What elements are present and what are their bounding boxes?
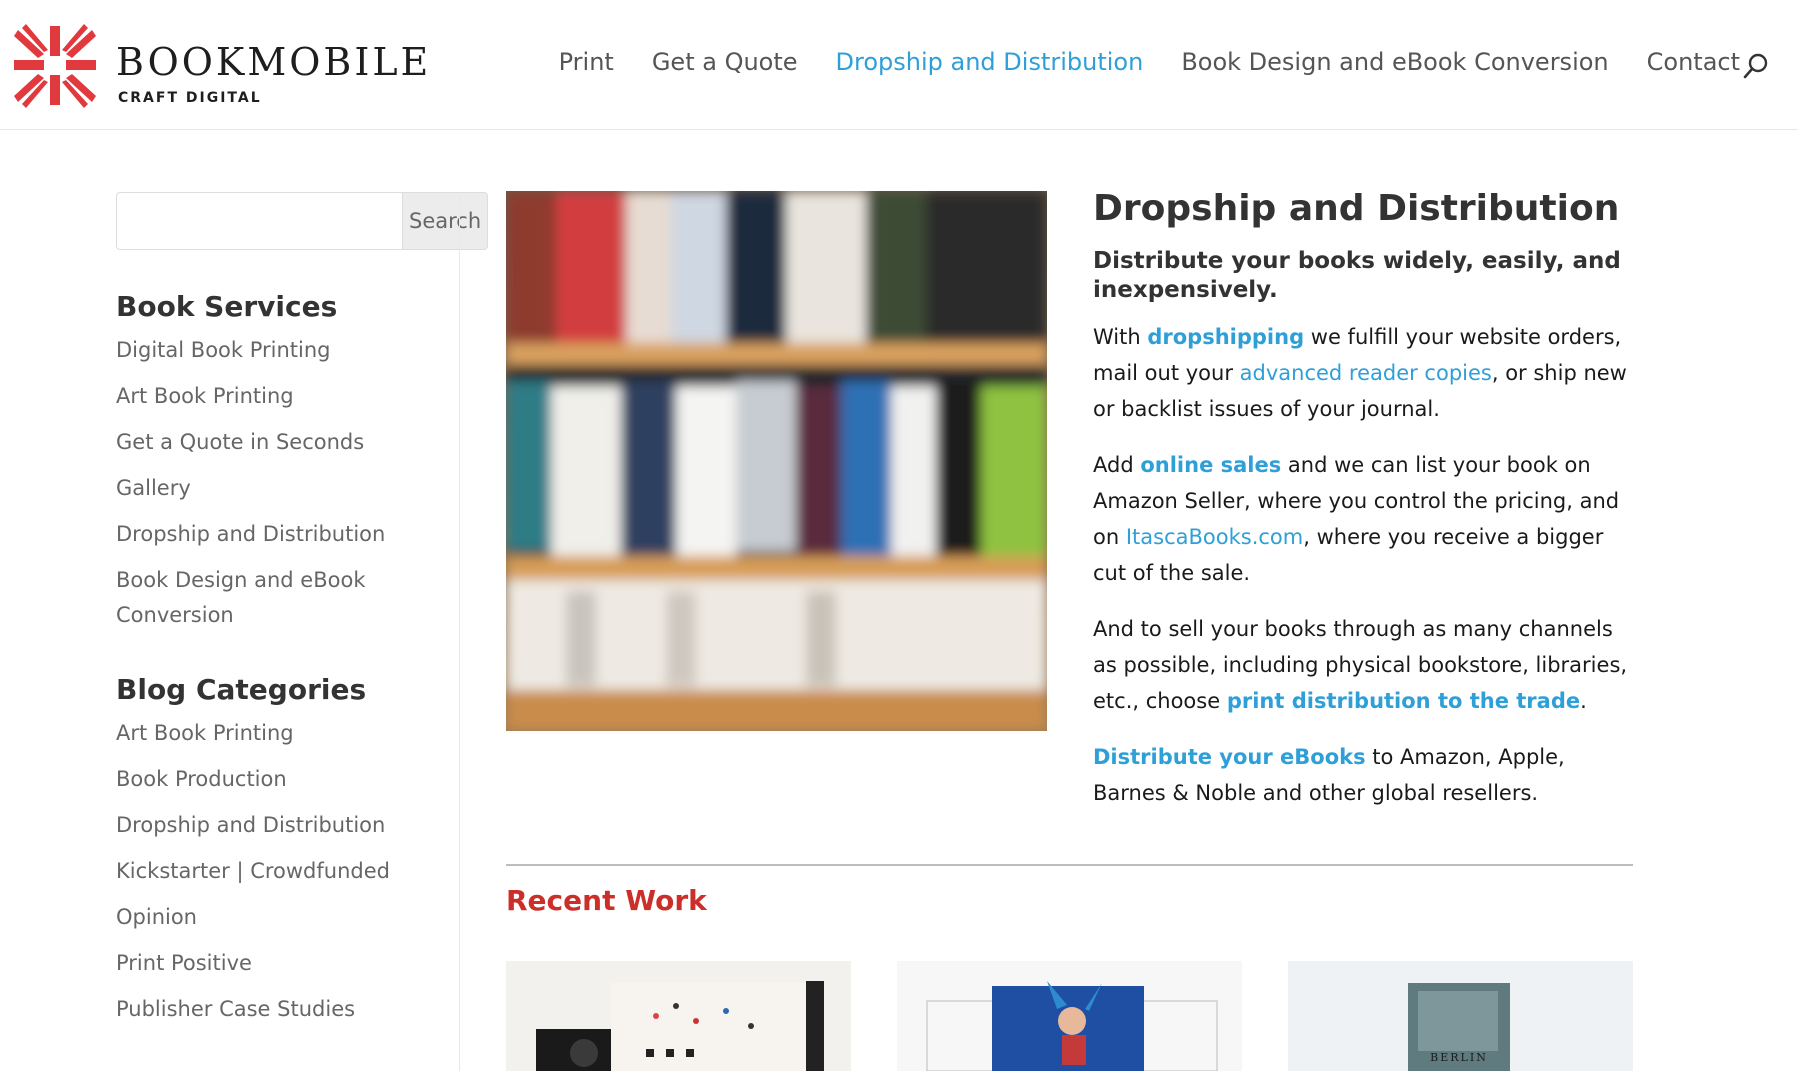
sidebar-item-book-design[interactable]: Book Design and eBook Conversion	[116, 563, 452, 633]
brand-name: BOOKMOBILE	[116, 40, 432, 84]
category-opinion[interactable]: Opinion	[116, 900, 452, 935]
recent-work-thumbnail[interactable]: BERLIN	[1288, 961, 1633, 1071]
nav-book-design[interactable]: Book Design and eBook Conversion	[1181, 48, 1608, 76]
online-sales-link[interactable]: online sales	[1140, 453, 1281, 477]
category-art-book-printing[interactable]: Art Book Printing	[116, 716, 452, 751]
nav-get-a-quote[interactable]: Get a Quote	[652, 48, 798, 76]
paragraph-dropshipping: With dropshipping we fulfill your websit…	[1093, 319, 1638, 427]
bookmobile-logo-icon	[14, 24, 96, 108]
page-subtitle: Distribute your books widely, easily, an…	[1093, 248, 1621, 303]
main-nav: Print Get a Quote Dropship and Distribut…	[559, 48, 1740, 76]
sidebar-search-input[interactable]	[116, 192, 402, 250]
nav-print[interactable]: Print	[559, 48, 614, 76]
category-publisher-case-studies[interactable]: Publisher Case Studies	[116, 992, 452, 1027]
blog-categories-list: Art Book Printing Book Production Dropsh…	[116, 716, 452, 1027]
sidebar-item-get-a-quote[interactable]: Get a Quote in Seconds	[116, 425, 452, 460]
sidebar-item-art-book-printing[interactable]: Art Book Printing	[116, 379, 452, 414]
recent-work-thumbnail[interactable]	[897, 961, 1242, 1071]
sidebar-search: Search	[116, 192, 489, 250]
sidebar-search-button[interactable]: Search	[402, 192, 489, 250]
text: Add	[1093, 453, 1141, 477]
advanced-reader-copies-link[interactable]: advanced reader copies	[1240, 361, 1492, 385]
book-services-heading: Book Services	[116, 290, 338, 323]
berlin-cover-text: BERLIN	[1430, 1051, 1488, 1064]
sidebar-divider	[459, 192, 460, 1071]
nav-contact[interactable]: Contact	[1647, 48, 1740, 76]
distribute-ebooks-link[interactable]: Distribute your eBooks	[1093, 745, 1366, 769]
sidebar-item-dropship[interactable]: Dropship and Distribution	[116, 517, 452, 552]
paragraph-ebooks: Distribute your eBooks to Amazon, Apple,…	[1093, 739, 1638, 811]
print-distribution-link[interactable]: print distribution to the trade	[1227, 689, 1580, 713]
main-content: Dropship and Distribution Distribute you…	[1093, 188, 1638, 831]
nav-dropship-and-distribution[interactable]: Dropship and Distribution	[836, 48, 1144, 76]
category-print-positive[interactable]: Print Positive	[116, 946, 452, 981]
blog-categories-heading: Blog Categories	[116, 673, 367, 706]
book-services-list: Digital Book Printing Art Book Printing …	[116, 333, 452, 633]
dropshipping-link[interactable]: dropshipping	[1147, 325, 1304, 349]
section-divider	[506, 864, 1633, 866]
recent-work-heading: Recent Work	[506, 884, 707, 917]
text: With	[1093, 325, 1148, 349]
page-title: Dropship and Distribution	[1093, 188, 1620, 229]
category-kickstarter[interactable]: Kickstarter | Crowdfunded	[116, 854, 452, 889]
site-logo[interactable]: BOOKMOBILE CRAFT DIGITAL	[4, 18, 444, 113]
paragraph-trade-distribution: And to sell your books through as many c…	[1093, 611, 1638, 719]
text: .	[1580, 689, 1587, 713]
sidebar-item-gallery[interactable]: Gallery	[116, 471, 452, 506]
site-header: BOOKMOBILE CRAFT DIGITAL Print Get a Quo…	[0, 0, 1798, 130]
category-dropship[interactable]: Dropship and Distribution	[116, 808, 452, 843]
paragraph-online-sales: Add online sales and we can list your bo…	[1093, 447, 1638, 591]
search-icon[interactable]	[1742, 52, 1770, 80]
recent-work-thumbnail[interactable]	[506, 961, 851, 1071]
brand-tagline: CRAFT DIGITAL	[118, 90, 262, 106]
bookshelf-photo	[506, 191, 1047, 731]
sidebar-item-digital-book-printing[interactable]: Digital Book Printing	[116, 333, 452, 368]
category-book-production[interactable]: Book Production	[116, 762, 452, 797]
sidebar: Search Book Services Digital Book Printi…	[116, 192, 489, 1038]
itascabooks-link[interactable]: ItascaBooks.com	[1126, 525, 1303, 549]
